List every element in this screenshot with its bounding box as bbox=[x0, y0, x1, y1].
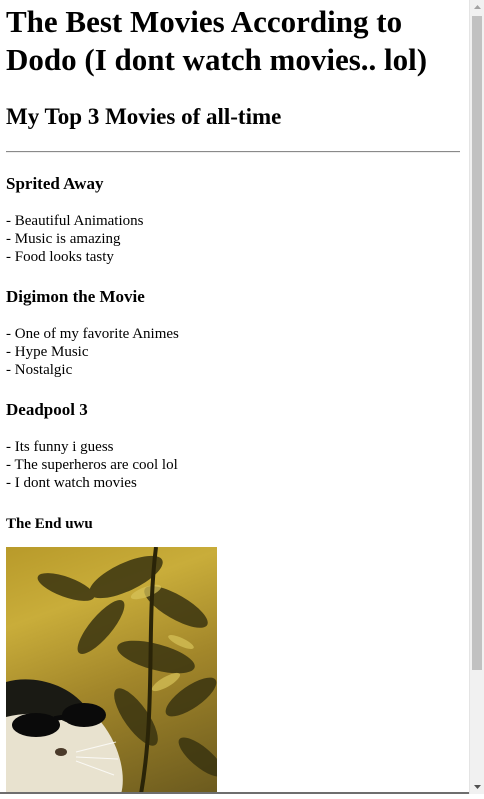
list-item: - Food looks tasty bbox=[6, 249, 114, 265]
movie-title-1: Sprited Away bbox=[6, 174, 104, 193]
page-subtitle: My Top 3 Movies of all-time bbox=[6, 104, 282, 129]
list-item: - I dont watch movies bbox=[6, 475, 137, 491]
vertical-scrollbar[interactable] bbox=[469, 0, 484, 794]
cat-sunglasses-image bbox=[6, 547, 217, 794]
scrollbar-thumb[interactable] bbox=[472, 16, 482, 670]
footer-heading: The End uwu bbox=[6, 516, 93, 532]
movie-title-2: Digimon the Movie bbox=[6, 287, 145, 306]
scroll-down-icon[interactable] bbox=[470, 780, 484, 794]
list-item: - Hype Music bbox=[6, 344, 89, 360]
list-item: - The superheros are cool lol bbox=[6, 457, 178, 473]
movie-title-3: Deadpool 3 bbox=[6, 400, 88, 419]
movie-points-1: - Beautiful Animations - Music is amazin… bbox=[6, 212, 460, 266]
cat-sunglasses-illustration bbox=[6, 547, 217, 794]
movie-points-3: - Its funny i guess - The superheros are… bbox=[6, 438, 460, 492]
movie-points-2: - One of my favorite Animes - Hype Music… bbox=[6, 325, 460, 379]
list-item: - Music is amazing bbox=[6, 231, 121, 247]
list-item: - One of my favorite Animes bbox=[6, 326, 179, 342]
list-item: - Its funny i guess bbox=[6, 439, 114, 455]
page-content: The Best Movies According to Dodo (I don… bbox=[6, 0, 460, 534]
list-item: - Nostalgic bbox=[6, 362, 73, 378]
list-item: - Beautiful Animations bbox=[6, 213, 144, 229]
divider bbox=[6, 151, 460, 153]
page-title: The Best Movies According to Dodo (I don… bbox=[6, 4, 428, 77]
scroll-up-icon[interactable] bbox=[470, 0, 484, 14]
